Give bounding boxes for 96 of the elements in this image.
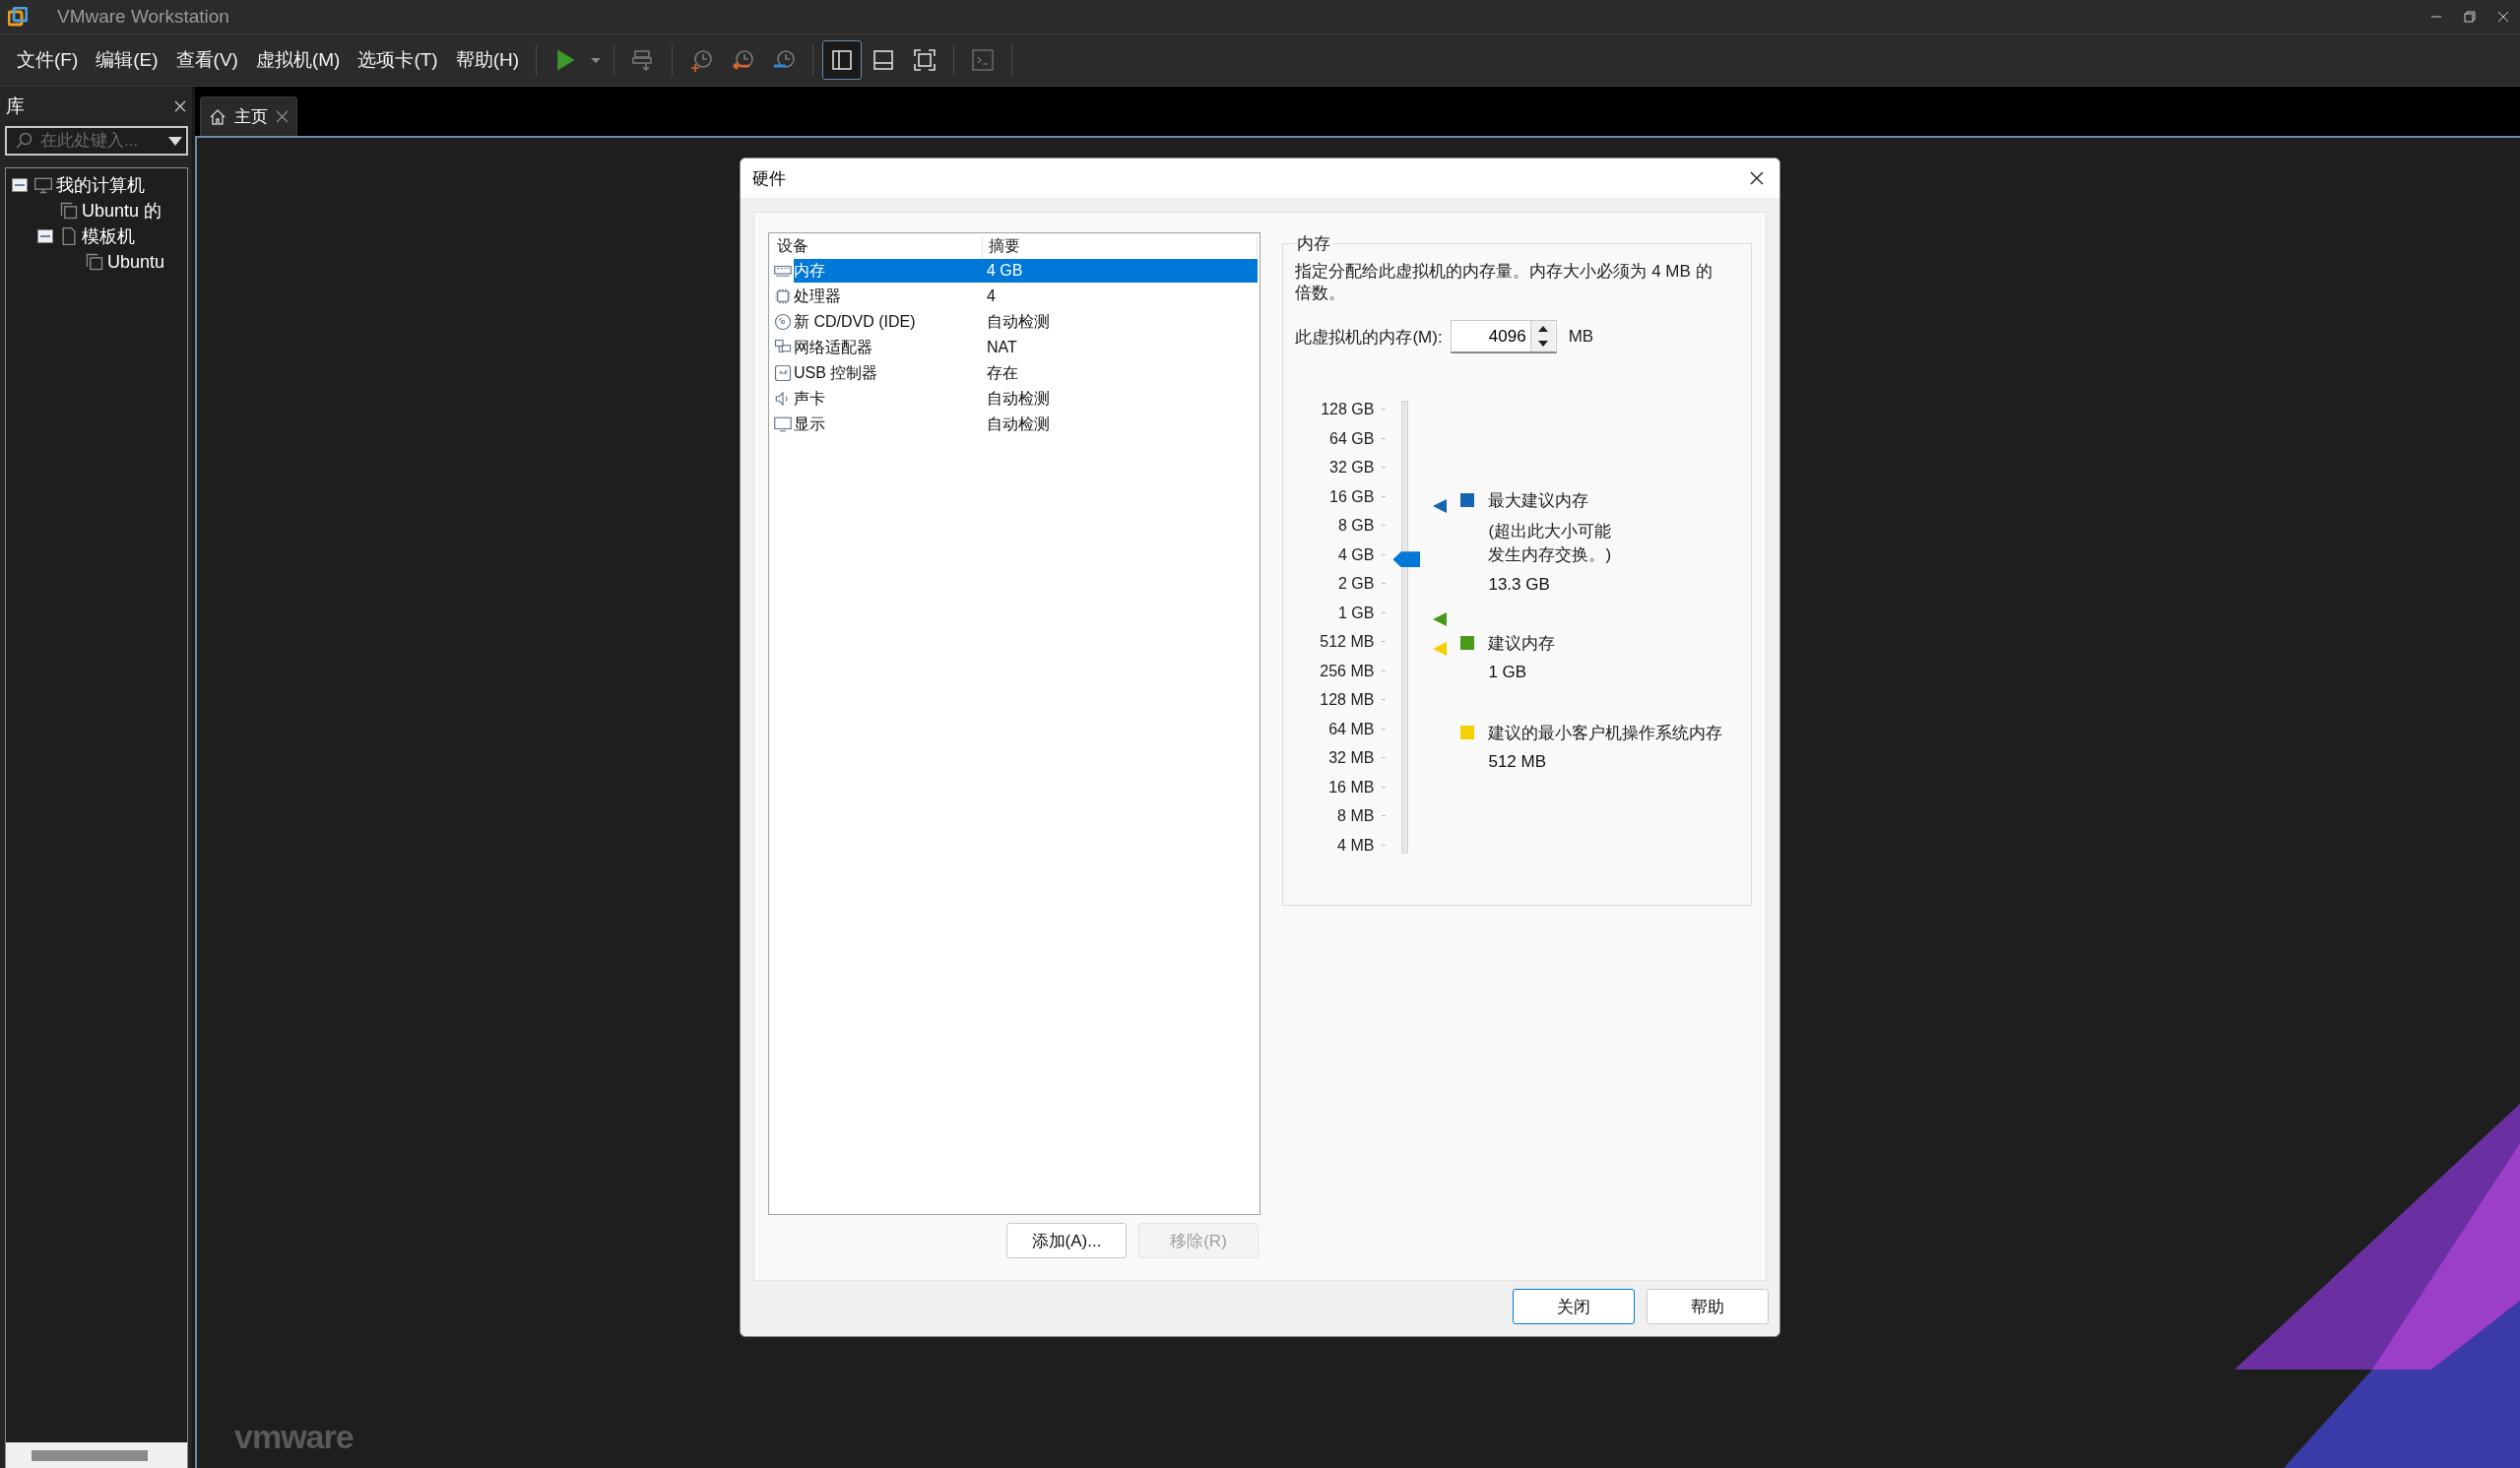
thumbnail-view-icon bbox=[872, 48, 896, 72]
window-title: VMware Workstation bbox=[57, 6, 230, 28]
dialog-title: 硬件 bbox=[752, 167, 786, 190]
virtual-machine-icon bbox=[85, 252, 104, 272]
memory-spin-box[interactable]: 4096 bbox=[1450, 320, 1557, 353]
menu-item[interactable]: 虚拟机(M) bbox=[246, 40, 350, 80]
dialog-button[interactable]: 帮助 bbox=[1647, 1289, 1769, 1324]
device-name[interactable]: 新 CD/DVD (IDE) bbox=[794, 310, 983, 334]
usb-icon bbox=[774, 364, 792, 382]
cpu-icon bbox=[774, 287, 792, 305]
device-summary: 自动检测 bbox=[986, 415, 1051, 434]
virtual-machine-icon bbox=[59, 201, 79, 221]
tick-label: 8 GB bbox=[1295, 511, 1387, 541]
dialog-button[interactable]: 关闭 bbox=[1513, 1289, 1635, 1324]
tick-label: 512 MB bbox=[1295, 627, 1387, 657]
legend-label: 最大建议内存 bbox=[1488, 490, 1590, 512]
tick-label: 16 MB bbox=[1295, 772, 1387, 801]
dropdown-arrow-icon[interactable] bbox=[168, 136, 182, 146]
sidebar-view-icon bbox=[830, 48, 855, 72]
column-header[interactable]: 设备 bbox=[771, 236, 983, 258]
tab[interactable]: 主页 bbox=[200, 96, 297, 136]
legend-value: 13.3 GB bbox=[1488, 575, 1551, 595]
disc-icon bbox=[774, 313, 792, 331]
search-field[interactable]: 在此处键入... bbox=[38, 130, 162, 152]
close-icon bbox=[1750, 171, 1764, 185]
menu-item[interactable]: 查看(V) bbox=[166, 40, 247, 80]
tick-label: 32 GB bbox=[1295, 453, 1387, 482]
collapse-toggle[interactable] bbox=[12, 178, 28, 192]
tree-item[interactable]: Ubuntu bbox=[107, 251, 165, 273]
collapse-toggle[interactable] bbox=[37, 229, 53, 243]
close-icon[interactable] bbox=[174, 100, 186, 112]
tick-label: 128 MB bbox=[1295, 685, 1387, 715]
tree-item[interactable]: 我的计算机 bbox=[56, 173, 145, 197]
menu-item[interactable]: 编辑(E) bbox=[87, 40, 167, 80]
toolbar-button[interactable] bbox=[822, 40, 863, 80]
legend-label: 建议的最小客户机操作系统内存 bbox=[1488, 723, 1723, 744]
tick-label: 128 GB bbox=[1295, 395, 1387, 424]
minimize-icon bbox=[2430, 16, 2442, 18]
unit-label: MB bbox=[1568, 327, 1594, 347]
legend-note: (超出此大小可能发生内存交换。) bbox=[1488, 521, 1613, 566]
legend-value: 1 GB bbox=[1488, 663, 1528, 682]
horizontal-scrollbar[interactable] bbox=[6, 1442, 187, 1468]
device-summary: 4 GB bbox=[983, 259, 1259, 283]
monitor-icon bbox=[33, 175, 53, 195]
tick-label: 256 MB bbox=[1295, 656, 1387, 685]
device-name[interactable]: 声卡 bbox=[794, 387, 983, 411]
column-header[interactable]: 摘要 bbox=[983, 236, 1259, 258]
menu-item[interactable]: 帮助(H) bbox=[446, 40, 529, 80]
tick-label: 2 GB bbox=[1295, 569, 1387, 599]
tree-item[interactable]: 模板机 bbox=[82, 224, 135, 248]
tick-label: 32 MB bbox=[1295, 743, 1387, 773]
close-icon[interactable] bbox=[276, 110, 289, 123]
legend-label: 建议内存 bbox=[1488, 633, 1557, 655]
tick-label: 4 GB bbox=[1295, 540, 1387, 569]
monitor-icon bbox=[774, 415, 792, 433]
tick-label: 4 MB bbox=[1295, 830, 1387, 860]
close-icon bbox=[2497, 11, 2509, 23]
tick-label: 1 GB bbox=[1295, 598, 1387, 627]
console-icon bbox=[971, 48, 996, 72]
device-summary: 4 bbox=[986, 287, 997, 306]
home-icon bbox=[209, 107, 226, 126]
device-name[interactable]: 处理器 bbox=[794, 285, 983, 308]
slider-thumb[interactable] bbox=[1392, 551, 1421, 568]
panel-title: 库 bbox=[6, 95, 25, 118]
search-box[interactable]: 在此处键入... bbox=[5, 126, 188, 156]
description: 指定分配给此虚拟机的内存量。内存大小必须为 4 MB 的倍数。 bbox=[1295, 261, 1713, 304]
app-logo-icon bbox=[8, 7, 28, 27]
up-arrow-icon bbox=[1537, 325, 1548, 332]
tick-label: 8 MB bbox=[1295, 801, 1387, 831]
increment-button[interactable] bbox=[1530, 321, 1555, 337]
menu-item[interactable]: 选项卡(T) bbox=[349, 40, 447, 80]
clock-arrow-icon bbox=[731, 48, 755, 72]
fullscreen-icon bbox=[913, 48, 937, 72]
tick-label: 64 MB bbox=[1295, 714, 1387, 743]
device-name[interactable]: 显示 bbox=[794, 413, 983, 436]
down-arrow-icon bbox=[1537, 341, 1548, 348]
tick-label: 16 GB bbox=[1295, 481, 1387, 511]
group-title: 内存 bbox=[1296, 233, 1332, 255]
device-summary: NAT bbox=[986, 338, 1018, 357]
restore-icon bbox=[2464, 11, 2476, 23]
device-name[interactable]: 网络适配器 bbox=[794, 336, 983, 359]
tree-item[interactable]: Ubuntu 的 bbox=[82, 199, 162, 223]
field-label: 此虚拟机的内存(M): bbox=[1295, 326, 1443, 349]
device-summary: 自动检测 bbox=[986, 312, 1051, 332]
clock-plus-icon bbox=[689, 48, 714, 72]
search-icon bbox=[15, 132, 32, 150]
device-name[interactable]: USB 控制器 bbox=[794, 361, 983, 385]
menu-item[interactable]: 文件(F) bbox=[8, 40, 88, 80]
tick-label: 64 GB bbox=[1295, 423, 1387, 453]
caret-icon bbox=[591, 57, 602, 63]
legend-value: 512 MB bbox=[1488, 752, 1547, 772]
device-summary: 自动检测 bbox=[986, 389, 1051, 409]
logo: vmware bbox=[234, 1418, 354, 1456]
add-button[interactable]: 添加(A)... bbox=[1006, 1223, 1127, 1258]
device-summary: 存在 bbox=[986, 363, 1019, 383]
device-name[interactable]: 内存 bbox=[794, 259, 983, 283]
